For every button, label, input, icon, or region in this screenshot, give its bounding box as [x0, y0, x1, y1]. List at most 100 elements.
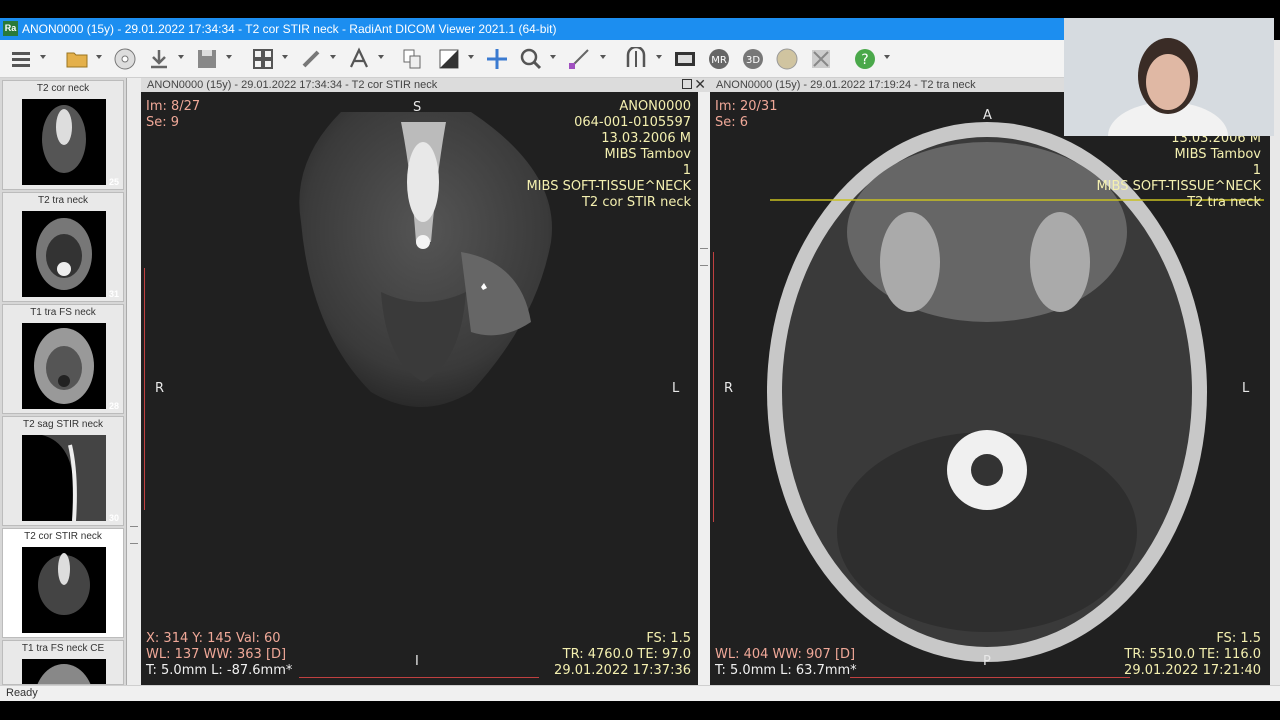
horizontal-scale [299, 674, 539, 678]
field-strength: FS: 1.5 [1216, 631, 1261, 646]
image-viewport[interactable]: Im: 8/27 Se: 9 ANON0000 064-001-0105597 … [141, 92, 710, 685]
series-number: Se: 6 [715, 115, 749, 130]
series-sidebar: T2 cor neck 25 T2 tra neck 31 T1 tra FS … [0, 78, 127, 685]
pan-icon[interactable] [484, 46, 510, 72]
close-icon[interactable]: ✕ [694, 78, 706, 91]
field-strength: FS: 1.5 [646, 631, 691, 646]
contrast-icon[interactable] [436, 46, 462, 72]
cd-icon[interactable] [112, 46, 138, 72]
patient-name: ANON0000 [619, 99, 691, 114]
sidebar-scrollbar[interactable] [127, 78, 141, 685]
image-viewport[interactable]: Im: 20/31 Se: 6 13.03.2006 M MIBS Tambov… [710, 92, 1270, 685]
status-bar: Ready [0, 685, 1280, 701]
series-image-count: 28 [108, 401, 119, 411]
series-thumbnail[interactable]: T2 sag STIR neck 30 [2, 416, 124, 526]
slice-thickness: T: 5.0mm L: -87.6mm* [146, 663, 293, 678]
mpr-icon[interactable] [622, 46, 650, 72]
layout-grid-icon[interactable] [250, 46, 276, 72]
mr-icon[interactable]: MR [706, 46, 732, 72]
orientation-bottom: I [415, 654, 419, 669]
series-thumbnail[interactable]: T2 tra neck 31 [2, 192, 124, 302]
window-scrollbar[interactable] [1270, 40, 1280, 685]
compare-icon[interactable] [400, 46, 426, 72]
series-image-count: 30 [108, 513, 119, 523]
series-label: T2 tra neck [37, 195, 89, 206]
window-level: WL: 137 WW: 363 [D] [146, 647, 287, 662]
series-preview [22, 659, 106, 684]
orientation-left: R [155, 381, 165, 396]
scroll-grip[interactable] [700, 248, 708, 266]
orientation-left: R [724, 381, 734, 396]
fusion-icon[interactable] [774, 46, 800, 72]
study-description: MIBS SOFT-TISSUE^NECK [526, 179, 691, 194]
series-description: T2 cor STIR neck [581, 195, 691, 210]
series-image-count: 25 [108, 177, 119, 187]
zoom-icon[interactable] [518, 46, 544, 72]
series-image-count: 27 [108, 625, 119, 635]
menu-icon[interactable] [8, 46, 34, 72]
orientation-top: S [413, 100, 422, 115]
viewer-header: ANON0000 (15y) - 29.01.2022 17:34:34 - T… [141, 78, 710, 92]
institution: MIBS Tambov [604, 147, 691, 162]
series-label: T1 tra FS neck CE [21, 643, 105, 654]
patient-birthdate: 13.03.2006 M [601, 131, 691, 146]
series-preview [22, 211, 106, 297]
vertical-scale [144, 268, 148, 510]
study-description: MIBS SOFT-TISSUE^NECK [1096, 179, 1261, 194]
measure-icon[interactable] [566, 46, 592, 72]
series-label: T2 cor neck [36, 83, 90, 94]
text-icon[interactable] [346, 46, 372, 72]
series-thumbnail-active[interactable]: T2 cor STIR neck 27 [2, 528, 124, 638]
series-label: T2 cor STIR neck [24, 531, 102, 542]
series-thumbnail[interactable]: T1 tra FS neck 28 [2, 304, 124, 414]
window-level: WL: 404 WW: 907 [D] [715, 647, 856, 662]
webcam-overlay [1064, 18, 1274, 136]
viewer-panel-right[interactable]: ANON0000 (15y) - 29.01.2022 17:19:24 - T… [710, 78, 1270, 685]
presenter-video [1064, 18, 1274, 136]
cursor-readout: X: 314 Y: 145 Val: 60 [146, 631, 281, 646]
vertical-scale [713, 252, 717, 522]
orientation-right: L [1242, 381, 1250, 396]
toolbar: MR 3D ? [0, 40, 1064, 78]
film-icon[interactable] [672, 46, 698, 72]
series-preview [22, 435, 106, 521]
series-preview [22, 323, 106, 409]
series-thumbnail[interactable]: T1 tra FS neck CE [2, 640, 124, 685]
series-label: T1 tra FS neck [30, 307, 96, 318]
maximize-icon[interactable] [682, 79, 692, 89]
scroll-grip[interactable] [130, 526, 138, 544]
help-icon[interactable]: ? [852, 46, 878, 72]
study-number: 1 [682, 163, 691, 178]
horizontal-scale [850, 674, 1130, 678]
app-logo-icon: Ra [3, 21, 18, 36]
patient-id: 064-001-0105597 [574, 115, 691, 130]
series-label: T2 sag STIR neck [22, 419, 104, 430]
orientation-bottom: P [983, 654, 991, 669]
link-icon[interactable] [298, 46, 324, 72]
tr-te: TR: 5510.0 TE: 116.0 [1124, 647, 1261, 662]
panel-scrollbar[interactable] [698, 92, 710, 685]
orientation-right: L [672, 381, 680, 396]
save-icon[interactable] [194, 46, 220, 72]
series-preview [22, 99, 106, 185]
series-thumbnail[interactable]: T2 cor neck 25 [2, 80, 124, 190]
window-title: ANON0000 (15y) - 29.01.2022 17:34:34 - T… [22, 22, 557, 36]
open-folder-icon[interactable] [62, 46, 92, 72]
series-number: Se: 9 [146, 115, 180, 130]
institution: MIBS Tambov [1174, 147, 1261, 162]
viewer-panel-left[interactable]: ANON0000 (15y) - 29.01.2022 17:34:34 - T… [141, 78, 710, 685]
study-number: 1 [1252, 163, 1261, 178]
3d-icon[interactable]: 3D [740, 46, 766, 72]
orientation-top: A [983, 108, 992, 123]
tr-te: TR: 4760.0 TE: 97.0 [562, 647, 691, 662]
image-number: Im: 8/27 [146, 99, 201, 114]
xray-icon[interactable] [808, 46, 834, 72]
viewer-header-text: ANON0000 (15y) - 29.01.2022 17:34:34 - T… [147, 79, 438, 91]
series-description: T2 tra neck [1187, 195, 1261, 210]
acquisition-date: 29.01.2022 17:37:36 [554, 663, 691, 678]
viewer-header-text: ANON0000 (15y) - 29.01.2022 17:19:24 - T… [716, 79, 976, 91]
status-text: Ready [6, 687, 38, 699]
series-preview [22, 547, 106, 633]
download-icon[interactable] [146, 46, 172, 72]
series-image-count: 31 [108, 289, 119, 299]
